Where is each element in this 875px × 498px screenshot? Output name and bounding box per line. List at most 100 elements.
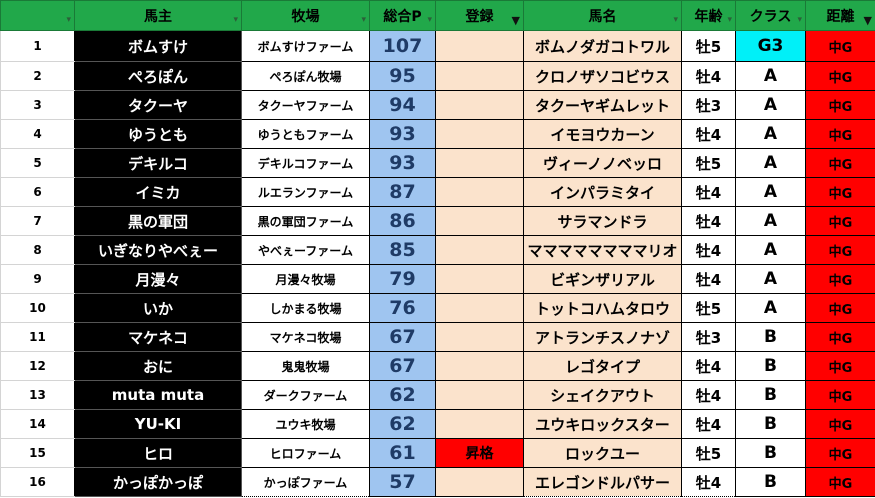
- distance-cell[interactable]: 中G: [805, 119, 875, 149]
- header-distance[interactable]: 距離 ▼: [805, 0, 875, 31]
- distance-cell[interactable]: 中G: [805, 235, 875, 265]
- owner-cell[interactable]: 黒の軍団: [74, 206, 242, 236]
- horse-name-cell[interactable]: インパラミタイ: [523, 177, 682, 207]
- age-cell[interactable]: 牡3: [681, 90, 736, 120]
- class-cell[interactable]: A: [735, 148, 806, 178]
- owner-cell[interactable]: いか: [74, 293, 242, 323]
- owner-cell[interactable]: ヒロ: [74, 438, 242, 468]
- owner-cell[interactable]: おに: [74, 351, 242, 381]
- distance-cell[interactable]: 中G: [805, 322, 875, 352]
- class-cell[interactable]: B: [735, 380, 806, 410]
- row-number-cell[interactable]: 16: [0, 467, 75, 497]
- age-cell[interactable]: 牡4: [681, 206, 736, 236]
- farm-cell[interactable]: マケネコ牧場: [241, 322, 370, 352]
- points-cell[interactable]: 76: [369, 293, 436, 323]
- horse-name-cell[interactable]: イモヨウカーン: [523, 119, 682, 149]
- horse-name-cell[interactable]: トットコハムタロウ: [523, 293, 682, 323]
- owner-cell[interactable]: ボムすけ: [74, 30, 242, 62]
- distance-cell[interactable]: 中G: [805, 90, 875, 120]
- class-cell[interactable]: B: [735, 438, 806, 468]
- registration-cell[interactable]: [435, 206, 524, 236]
- distance-cell[interactable]: 中G: [805, 467, 875, 497]
- points-cell[interactable]: 93: [369, 119, 436, 149]
- distance-cell[interactable]: 中G: [805, 438, 875, 468]
- class-cell[interactable]: B: [735, 351, 806, 381]
- farm-cell[interactable]: 月漫々牧場: [241, 264, 370, 294]
- class-cell[interactable]: B: [735, 409, 806, 439]
- class-cell[interactable]: B: [735, 322, 806, 352]
- row-number-cell[interactable]: 10: [0, 293, 75, 323]
- horse-name-cell[interactable]: クロノザソコビウス: [523, 61, 682, 91]
- header-registration[interactable]: 登録 ▼: [435, 0, 524, 31]
- class-cell[interactable]: A: [735, 235, 806, 265]
- farm-cell[interactable]: ぺろぽん牧場: [241, 61, 370, 91]
- class-cell[interactable]: A: [735, 177, 806, 207]
- owner-cell[interactable]: 月漫々: [74, 264, 242, 294]
- header-class[interactable]: クラス ▾: [735, 0, 806, 31]
- registration-cell[interactable]: [435, 380, 524, 410]
- horse-name-cell[interactable]: シェイクアウト: [523, 380, 682, 410]
- points-cell[interactable]: 95: [369, 61, 436, 91]
- horse-name-cell[interactable]: アトランチスノナゾ: [523, 322, 682, 352]
- distance-cell[interactable]: 中G: [805, 380, 875, 410]
- horse-name-cell[interactable]: ママママママママリオ: [523, 235, 682, 265]
- class-cell[interactable]: G3: [735, 30, 806, 62]
- horse-name-cell[interactable]: タクーヤギムレット: [523, 90, 682, 120]
- owner-cell[interactable]: ゆうとも: [74, 119, 242, 149]
- owner-cell[interactable]: ぺろぽん: [74, 61, 242, 91]
- filter-dropdown-icon[interactable]: ▾: [361, 16, 366, 25]
- class-cell[interactable]: A: [735, 61, 806, 91]
- class-cell[interactable]: A: [735, 293, 806, 323]
- horse-name-cell[interactable]: ビギンザリアル: [523, 264, 682, 294]
- class-cell[interactable]: A: [735, 206, 806, 236]
- points-cell[interactable]: 86: [369, 206, 436, 236]
- owner-cell[interactable]: マケネコ: [74, 322, 242, 352]
- farm-cell[interactable]: ボムすけファーム: [241, 30, 370, 62]
- owner-cell[interactable]: いぎなりやべぇー: [74, 235, 242, 265]
- row-number-cell[interactable]: 12: [0, 351, 75, 381]
- age-cell[interactable]: 牡4: [681, 351, 736, 381]
- owner-cell[interactable]: イミカ: [74, 177, 242, 207]
- registration-cell[interactable]: [435, 61, 524, 91]
- distance-cell[interactable]: 中G: [805, 30, 875, 62]
- registration-cell[interactable]: [435, 177, 524, 207]
- points-cell[interactable]: 62: [369, 409, 436, 439]
- farm-cell[interactable]: タクーヤファーム: [241, 90, 370, 120]
- registration-cell[interactable]: [435, 293, 524, 323]
- class-cell[interactable]: A: [735, 90, 806, 120]
- distance-cell[interactable]: 中G: [805, 177, 875, 207]
- age-cell[interactable]: 牡5: [681, 438, 736, 468]
- distance-cell[interactable]: 中G: [805, 293, 875, 323]
- age-cell[interactable]: 牡5: [681, 30, 736, 62]
- age-cell[interactable]: 牡5: [681, 293, 736, 323]
- owner-cell[interactable]: かっぽかっぽ: [74, 467, 242, 497]
- points-cell[interactable]: 107: [369, 30, 436, 62]
- points-cell[interactable]: 67: [369, 322, 436, 352]
- filter-dropdown-icon[interactable]: ▾: [66, 16, 71, 25]
- registration-cell[interactable]: [435, 30, 524, 62]
- distance-cell[interactable]: 中G: [805, 148, 875, 178]
- points-cell[interactable]: 85: [369, 235, 436, 265]
- farm-cell[interactable]: ダークファーム: [241, 380, 370, 410]
- age-cell[interactable]: 牡4: [681, 409, 736, 439]
- filter-active-icon[interactable]: ▼: [864, 15, 872, 26]
- points-cell[interactable]: 93: [369, 148, 436, 178]
- owner-cell[interactable]: デキルコ: [74, 148, 242, 178]
- points-cell[interactable]: 61: [369, 438, 436, 468]
- distance-cell[interactable]: 中G: [805, 409, 875, 439]
- row-number-cell[interactable]: 2: [0, 61, 75, 91]
- header-blank[interactable]: ▾: [0, 0, 75, 31]
- row-number-cell[interactable]: 11: [0, 322, 75, 352]
- points-cell[interactable]: 79: [369, 264, 436, 294]
- registration-cell[interactable]: 昇格: [435, 438, 524, 468]
- filter-dropdown-icon[interactable]: ▾: [797, 16, 802, 25]
- class-cell[interactable]: A: [735, 119, 806, 149]
- age-cell[interactable]: 牡4: [681, 61, 736, 91]
- filter-active-icon[interactable]: ▼: [512, 15, 520, 26]
- age-cell[interactable]: 牡4: [681, 467, 736, 497]
- farm-cell[interactable]: ルエランファーム: [241, 177, 370, 207]
- row-number-cell[interactable]: 9: [0, 264, 75, 294]
- distance-cell[interactable]: 中G: [805, 351, 875, 381]
- farm-cell[interactable]: 鬼鬼牧場: [241, 351, 370, 381]
- farm-cell[interactable]: ヒロファーム: [241, 438, 370, 468]
